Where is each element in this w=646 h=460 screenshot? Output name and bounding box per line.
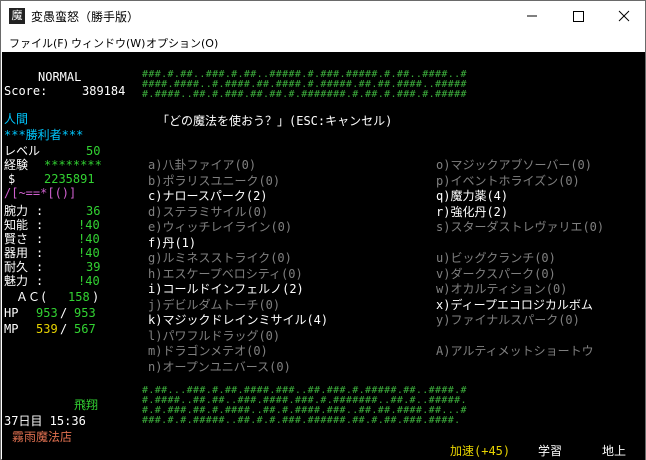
stat-sep: : (36, 218, 44, 232)
minimize-icon (527, 15, 537, 17)
score-value: 389184 (82, 84, 126, 98)
spell-option[interactable]: f)丹(1) (148, 236, 196, 250)
minimize-button[interactable] (509, 1, 555, 31)
stat-con-label: 耐久 (4, 260, 29, 274)
ac-close-paren: ) (92, 290, 100, 304)
spell-option[interactable]: A)アルティメットショートウ (436, 344, 594, 358)
stat-chr-label: 魅力 (4, 274, 29, 288)
stat-chr-value: !40 (78, 274, 100, 288)
stat-int-label: 知能 (4, 218, 29, 232)
stat-sep: : (36, 204, 44, 218)
maximize-button[interactable] (555, 1, 601, 31)
hp-slash: / (60, 306, 68, 320)
spell-option[interactable]: e)ウィッチレイライン(0) (148, 220, 292, 234)
spell-option[interactable]: u)ビッグクランチ(0) (436, 251, 556, 265)
window-title: 変愚蛮怒（勝手版） (31, 10, 140, 24)
stat-dex-value: !40 (78, 246, 100, 260)
game-date: 37日目 15:36 (4, 414, 86, 428)
exp-value: ******** (44, 158, 102, 172)
spell-option[interactable]: k)マジックドレインミサイル(4) (148, 313, 328, 327)
spell-option[interactable]: c)ナロースパーク(2) (148, 189, 268, 203)
menu-window[interactable]: ウィンドウ(W) (71, 35, 145, 51)
spell-prompt: 「どの魔法を使おう？」(ESC:キャンセル) (157, 114, 393, 128)
menu-options[interactable]: オプション(O) (146, 35, 218, 51)
stat-wis-value: !40 (78, 232, 100, 246)
close-icon (618, 10, 630, 22)
stat-int-value: !40 (78, 218, 100, 232)
spell-option[interactable]: l)パワフルドラッグ(0) (148, 329, 280, 343)
ac-label: ＡＣ( (16, 290, 48, 304)
spell-option[interactable]: i)コールドインフェルノ(2) (148, 282, 304, 296)
mp-slash: / (60, 322, 68, 336)
character-title: ***勝利者*** (4, 128, 84, 142)
map-row: ###.#.#.#####..##.#.#.###.######.##.#.##… (142, 415, 461, 426)
location-label: 霧雨魔法店 (12, 430, 73, 444)
stat-sep: : (36, 260, 44, 274)
study-status: 学習 (538, 444, 563, 458)
stat-wis-label: 賢さ (4, 232, 29, 246)
close-button[interactable] (601, 1, 646, 31)
spell-option[interactable]: y)ファイナルスパーク(0) (436, 313, 580, 327)
hp-label: HP (4, 306, 19, 320)
equipment-glyphs: /[~==*[()] (4, 186, 77, 200)
speed-status: 加速(+45) (450, 444, 511, 458)
game-terminal[interactable]: NORMAL Score: 389184 人間 ***勝利者*** レベル 50… (2, 52, 645, 460)
spell-option[interactable]: v)ダークスパーク(0) (436, 267, 556, 281)
hp-max-value: 953 (74, 306, 96, 320)
ac-value: 158 (68, 290, 90, 304)
spell-option[interactable]: r)強化丹(2) (436, 205, 508, 219)
stat-sep: : (36, 246, 44, 260)
spell-option[interactable]: s)スターダストレヴァリエ(0) (436, 220, 604, 234)
spell-option[interactable]: x)ディープエコロジカルボム (436, 298, 593, 312)
score-label: Score: (4, 84, 48, 98)
spell-option[interactable]: j)デビルダムトーチ(0) (148, 298, 280, 312)
spell-option[interactable]: d)ステラミサイル(0) (148, 205, 268, 219)
stat-sep: : (36, 274, 44, 288)
gold-value: 2235891 (44, 172, 95, 186)
menu-file[interactable]: ファイル(F) (9, 35, 68, 51)
spell-option[interactable]: b)ポラリスユニーク(0) (148, 174, 280, 188)
stat-con-value: 39 (86, 260, 101, 274)
menu-bar: ファイル(F) ウィンドウ(W) オプション(O) (1, 31, 645, 52)
app-icon[interactable]: 魔 (9, 8, 25, 24)
gold-label: $ (8, 172, 16, 186)
level-value: 50 (86, 144, 101, 158)
mp-label: MP (4, 322, 19, 336)
stat-sep: : (36, 232, 44, 246)
spell-option[interactable]: q)魔力薬(4) (436, 189, 508, 203)
mp-value: 539 (36, 322, 58, 336)
difficulty-label: NORMAL (38, 70, 82, 84)
status-flying: 飛翔 (74, 398, 99, 412)
spell-option[interactable]: p)イベントホライズン(0) (436, 174, 580, 188)
title-bar[interactable]: 魔 変愚蛮怒（勝手版） (1, 1, 645, 31)
game-window: 魔 変愚蛮怒（勝手版） ファイル(F) ウィンドウ(W) オプション(O) NO… (0, 0, 646, 460)
spell-option[interactable]: w)オカルティション(0) (436, 282, 567, 296)
level-label: レベル (4, 144, 41, 158)
spell-option[interactable]: m)ドラゴンメテオ(0) (148, 344, 268, 358)
stat-dex-label: 器用 (4, 246, 29, 260)
stat-str-value: 36 (86, 204, 101, 218)
depth-status: 地上 (602, 444, 627, 458)
spell-option[interactable]: g)ルミネスストライク(0) (148, 251, 292, 265)
mp-max-value: 567 (74, 322, 96, 336)
spell-option[interactable]: n)オープンユニバース(0) (148, 360, 291, 374)
stat-str-label: 腕力 (4, 204, 29, 218)
hp-value: 953 (36, 306, 58, 320)
exp-label: 経験 (4, 158, 29, 172)
map-row: #.####..##.#.###.##.##.#.#######.#.##.#.… (142, 89, 467, 100)
spell-option[interactable]: a)八卦ファイア(0) (148, 158, 256, 172)
spell-option[interactable]: o)マジックアブソーバー(0) (436, 158, 592, 172)
maximize-icon (573, 11, 584, 22)
spell-option[interactable]: h)エスケープベロシティ(0) (148, 267, 303, 281)
race-label: 人間 (4, 112, 29, 126)
